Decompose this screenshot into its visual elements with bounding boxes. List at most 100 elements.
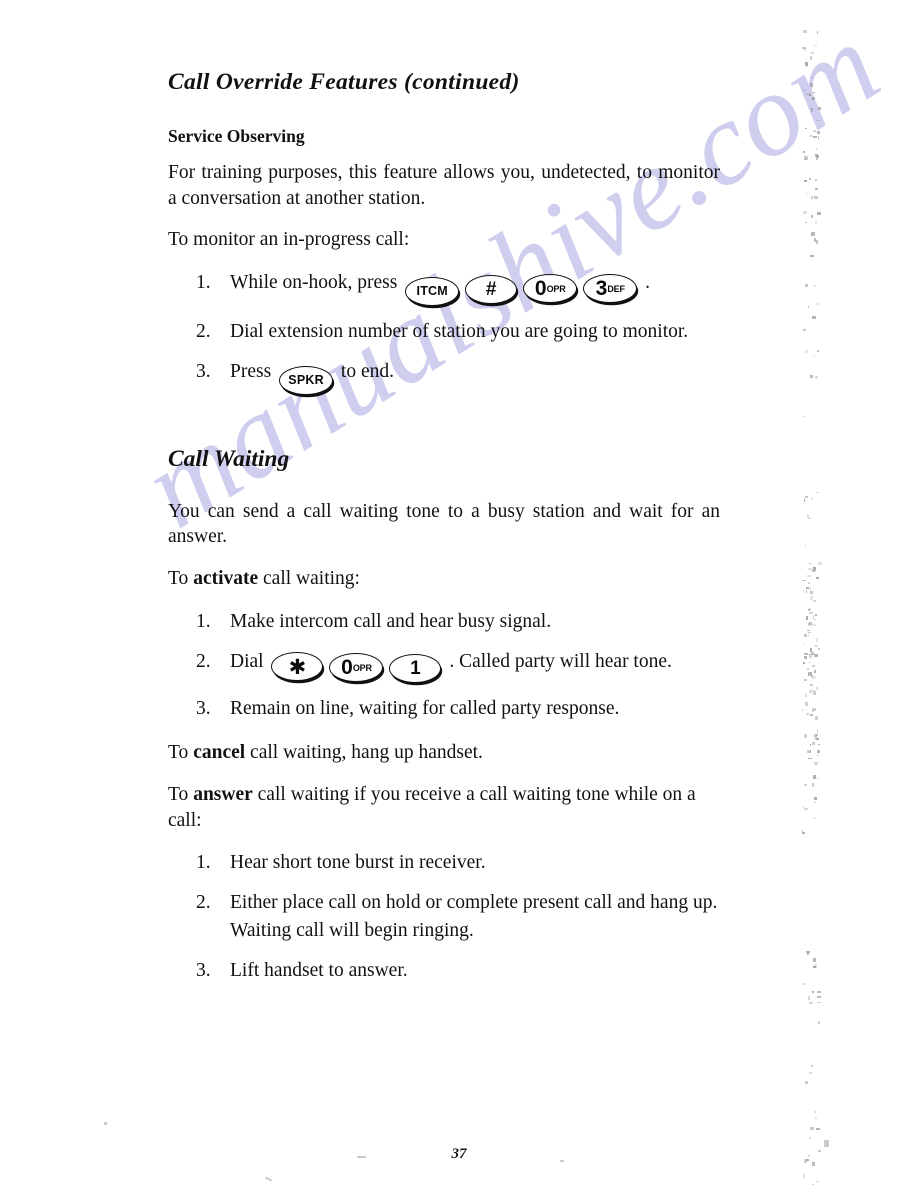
service-observing-lead-in: To monitor an in-progress call:: [168, 229, 410, 251]
scan-speckle: [803, 805, 805, 808]
scan-speckle: [816, 730, 818, 734]
scan-speckle: [814, 816, 816, 819]
lead-in-emphasis: activate: [193, 568, 259, 590]
scan-speckle: [806, 575, 811, 578]
scan-speckle: [816, 349, 819, 352]
scan-speckle: [808, 1072, 812, 1075]
scan-speckle: [807, 582, 810, 585]
scanned-manual-page: manualshive.com Call Override Features (…: [0, 0, 918, 1188]
key-zero-opr[interactable]: 0OPR: [523, 274, 578, 304]
scan-speckle: [808, 622, 811, 626]
step-text-before: Dial: [230, 650, 264, 672]
key-sublabel-def: DEF: [607, 284, 625, 295]
scan-speckle: [802, 47, 807, 50]
scan-speckle: [807, 631, 811, 633]
scan-speckle: [817, 743, 820, 745]
call-waiting-answer-steps: Hear short tone burst in receiver. Eithe…: [168, 849, 720, 984]
key-itcm[interactable]: ITCM: [405, 277, 460, 307]
scan-speckle: [815, 637, 818, 642]
scan-speckle: [812, 571, 816, 573]
scan-speckle: [804, 498, 806, 502]
scan-speckle: [810, 744, 812, 747]
scan-speckle: [811, 232, 816, 237]
scan-speckle: [805, 951, 810, 954]
step-text-before: While on-hook, press: [230, 272, 398, 294]
scan-speckle: [816, 302, 819, 305]
scan-speckle: [811, 496, 814, 500]
key-sequence: SPKR: [276, 361, 341, 395]
key-sequence: ITCM #0OPR 3DEF: [402, 272, 645, 307]
scan-speckle: [803, 784, 807, 787]
scan-speckle: [815, 120, 820, 122]
scan-speckle: [807, 996, 810, 1001]
scan-speckle: [815, 716, 819, 721]
step-text-after: to end.: [340, 360, 394, 382]
list-item: Hear short tone burst in receiver.: [196, 849, 486, 876]
scan-speckle: [811, 316, 816, 320]
scan-speckle: [803, 180, 807, 183]
scan-speckle: [814, 1111, 816, 1114]
scan-speckle: [806, 630, 810, 632]
scan-speckle: [802, 329, 806, 331]
scan-speckle: [809, 654, 813, 659]
scan-speckle: [815, 733, 818, 736]
scan-speckle: [803, 662, 806, 665]
scan-speckle: [811, 690, 814, 692]
list-item: Dial ✱ 0OPR 1 . Called party will hear ton…: [168, 648, 720, 683]
scan-speckle: [809, 587, 811, 590]
scan-speckle: [817, 106, 821, 110]
scan-speckle: [812, 675, 817, 679]
scan-speckle: [816, 576, 820, 579]
scan-speckle: [812, 782, 815, 787]
key-zero-opr[interactable]: 0OPR: [329, 652, 384, 682]
scan-speckle: [817, 755, 820, 757]
page-content: Call Override Features (continued) Servi…: [168, 69, 720, 1002]
key-pound[interactable]: #: [465, 275, 518, 305]
scan-speckle: [816, 1127, 821, 1130]
scan-speckle: [812, 711, 815, 713]
scan-speckle: [811, 196, 814, 200]
service-observing-intro: For training purposes, this feature allo…: [168, 161, 720, 209]
key-star[interactable]: ✱: [271, 651, 324, 681]
key-three-def[interactable]: 3DEF: [583, 274, 638, 304]
scan-speckle: [802, 708, 804, 711]
call-waiting-activate-lead-in: To activate call waiting:: [168, 566, 720, 592]
scan-speckle: [804, 155, 809, 160]
scan-speckle: [809, 751, 812, 754]
scan-speckle: [806, 192, 810, 194]
scan-speckle: [813, 238, 816, 243]
scan-speckle: [808, 178, 811, 181]
scan-speckle: [809, 690, 813, 694]
scan-speckle: [809, 108, 813, 110]
scan-speckle: [815, 686, 818, 690]
scan-speckle: [808, 654, 813, 656]
scan-speckle: [805, 714, 809, 716]
lead-in-suffix: call waiting:: [258, 568, 360, 590]
scan-noise-artifacts: [800, 0, 830, 1188]
scan-speckle: [813, 615, 815, 620]
scan-speckle: [817, 136, 819, 141]
scan-speckle: [817, 1021, 820, 1025]
scan-speckle: [812, 567, 815, 569]
chapter-title: Call Override Features (continued): [168, 69, 520, 95]
scan-speckle: [812, 135, 817, 138]
scan-speckle: [810, 51, 814, 54]
step-text-after: . Called party will hear tone.: [449, 650, 672, 672]
scan-speckle: [813, 737, 818, 741]
key-one[interactable]: 1: [389, 653, 442, 683]
scan-speckle: [803, 416, 805, 418]
scan-speckle: [804, 734, 808, 739]
scan-speckle: [808, 621, 812, 625]
key-spkr[interactable]: SPKR: [279, 365, 334, 395]
scan-speckle: [802, 579, 807, 581]
cancel-emphasis: cancel: [193, 742, 246, 764]
scan-speckle: [808, 1002, 813, 1005]
scan-speckle: [812, 741, 816, 745]
list-item: Lift handset to answer.: [196, 957, 408, 984]
step-text-before: Dial extension number of station you are…: [230, 321, 689, 343]
scan-speckle: [815, 491, 819, 493]
scan-speckle: [812, 623, 817, 626]
scan-speckle: [805, 496, 809, 499]
scan-speckle: [807, 711, 810, 714]
list-item: Remain on line, waiting for called party…: [168, 695, 720, 723]
